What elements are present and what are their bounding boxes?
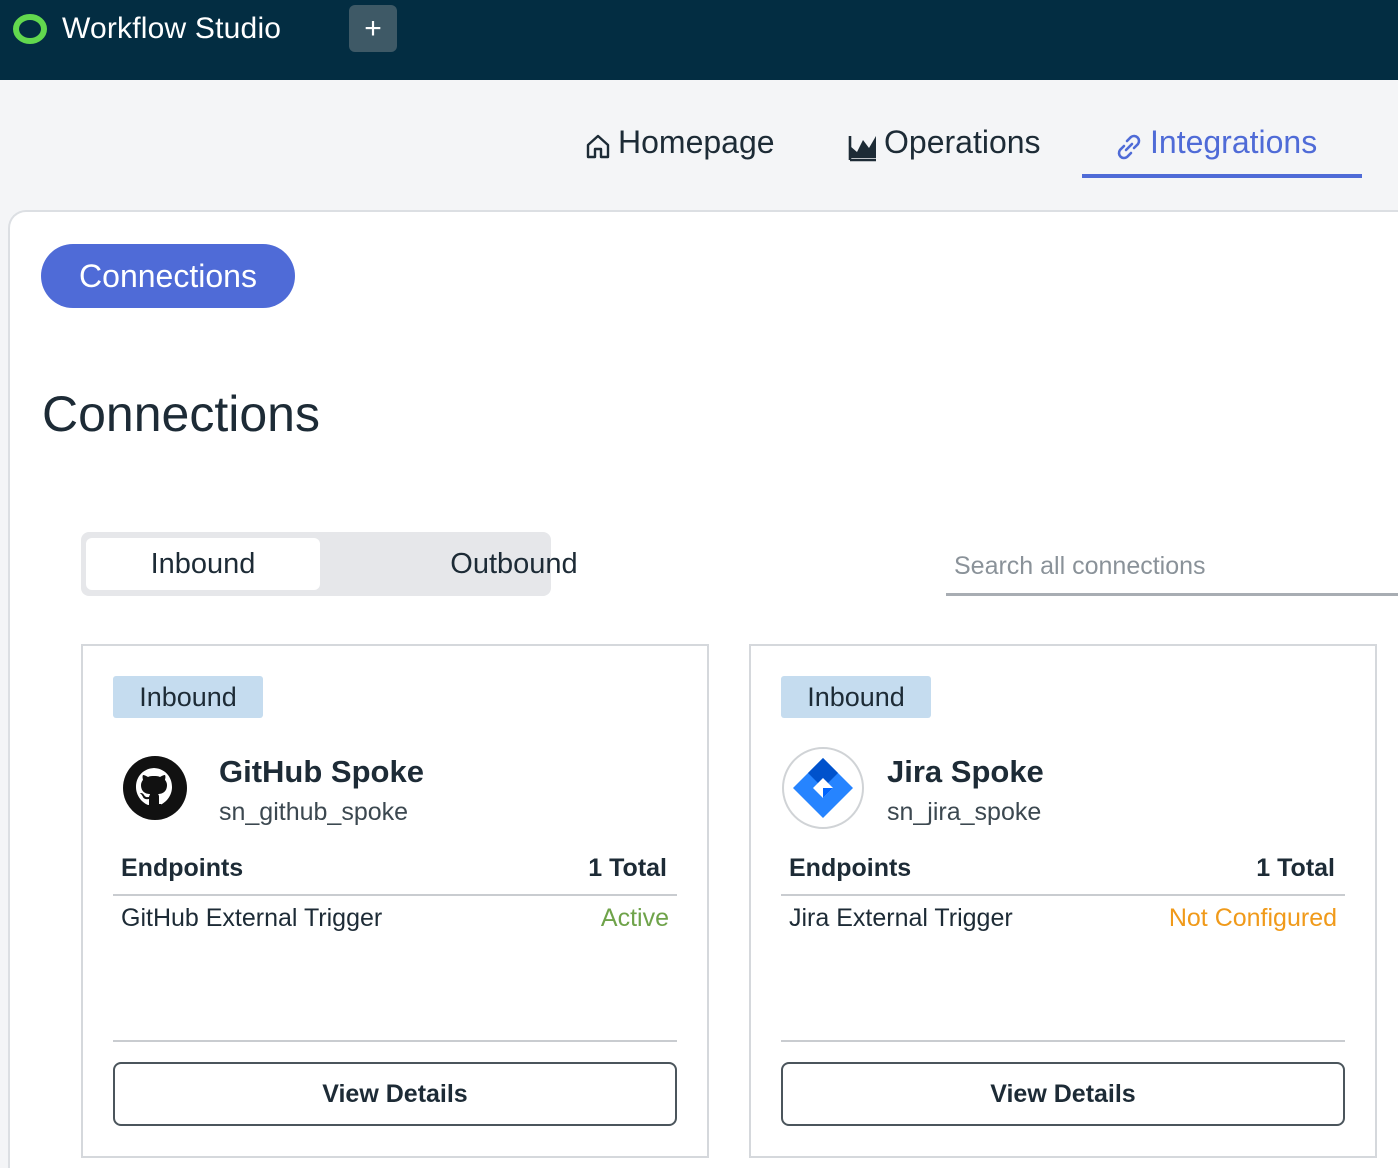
nav-integrations[interactable]: Integrations <box>1114 124 1317 190</box>
direction-badge: Inbound <box>781 676 931 718</box>
connections-pill-tab[interactable]: Connections <box>41 244 295 308</box>
chart-icon <box>848 136 876 162</box>
nav-operations-label: Operations <box>884 124 1041 160</box>
github-icon <box>123 756 187 820</box>
connection-id: sn_github_spoke <box>219 798 409 826</box>
link-icon <box>1117 134 1141 160</box>
endpoints-label: Endpoints <box>121 854 244 882</box>
app-logo-icon <box>13 14 47 44</box>
nav-homepage-label: Homepage <box>618 124 775 160</box>
connection-name: Jira Spoke <box>887 754 1044 789</box>
connection-card: Inbound Jira Spoke sn_jira_spoke Endpoin… <box>749 644 1377 1158</box>
search-input[interactable] <box>946 540 1398 596</box>
endpoint-status: Not Configured <box>1168 904 1337 932</box>
direction-badge: Inbound <box>113 676 263 718</box>
nav-homepage[interactable]: Homepage <box>584 124 775 190</box>
endpoint-status: Active <box>600 904 669 932</box>
app-title: Workflow Studio <box>62 12 282 45</box>
nav-operations[interactable]: Operations <box>848 124 1041 190</box>
card-divider <box>113 1040 677 1042</box>
connection-card: Inbound GitHub Spoke sn_github_spoke End… <box>81 644 709 1158</box>
endpoints-total: 1 Total <box>588 854 667 882</box>
endpoint-name: GitHub External Trigger <box>121 904 383 932</box>
view-details-button[interactable]: View Details <box>113 1062 677 1126</box>
page-title: Connections <box>42 386 320 442</box>
top-bar: Workflow Studio + <box>0 0 1398 80</box>
connection-name: GitHub Spoke <box>219 754 424 789</box>
jira-icon <box>782 747 864 829</box>
add-button[interactable]: + <box>349 5 397 52</box>
view-details-button[interactable]: View Details <box>781 1062 1345 1126</box>
endpoint-row: GitHub External Trigger Active <box>113 902 677 942</box>
nav-integrations-label: Integrations <box>1150 124 1318 160</box>
endpoints-header: Endpoints 1 Total <box>113 850 677 896</box>
endpoint-row: Jira External Trigger Not Configured <box>781 902 1345 942</box>
nav-active-indicator <box>1082 174 1362 178</box>
direction-toggle: Inbound Outbound <box>81 532 578 596</box>
connection-id: sn_jira_spoke <box>887 798 1042 826</box>
endpoints-total: 1 Total <box>1256 854 1335 882</box>
toggle-outbound[interactable]: Outbound <box>397 538 631 590</box>
home-icon <box>586 134 610 159</box>
card-divider <box>781 1040 1345 1042</box>
toggle-inbound[interactable]: Inbound <box>86 538 320 590</box>
endpoints-header: Endpoints 1 Total <box>781 850 1345 896</box>
endpoint-name: Jira External Trigger <box>789 904 1013 932</box>
endpoints-label: Endpoints <box>789 854 912 882</box>
